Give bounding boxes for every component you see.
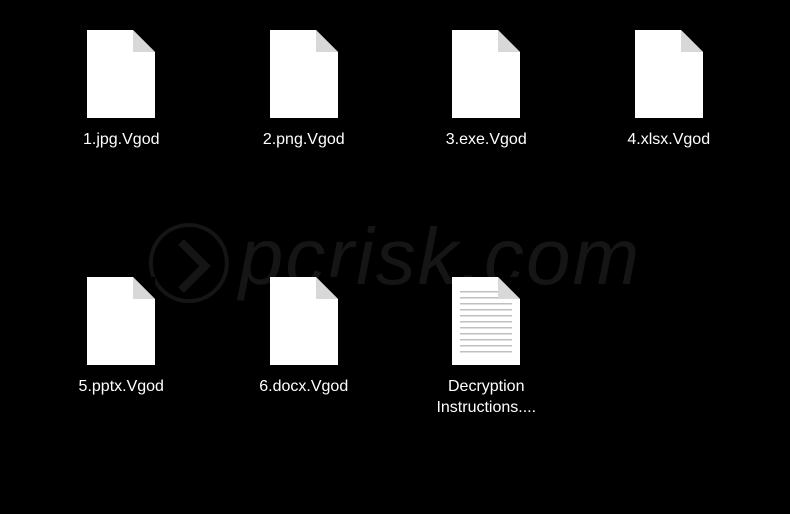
- file-icon: [87, 277, 155, 365]
- file-icon: [270, 277, 338, 365]
- file-item[interactable]: 4.xlsx.Vgod: [588, 30, 751, 237]
- file-icon: [270, 30, 338, 118]
- file-label: 1.jpg.Vgod: [83, 130, 160, 151]
- file-label: 2.png.Vgod: [263, 130, 345, 151]
- file-label: 3.exe.Vgod: [446, 130, 527, 151]
- text-file-icon: [452, 277, 520, 365]
- file-icon: [452, 30, 520, 118]
- file-label: 5.pptx.Vgod: [79, 377, 164, 398]
- file-icon: [87, 30, 155, 118]
- file-item[interactable]: 6.docx.Vgod: [223, 277, 386, 484]
- file-item[interactable]: 3.exe.Vgod: [405, 30, 568, 237]
- file-label: 4.xlsx.Vgod: [627, 130, 710, 151]
- file-item[interactable]: 5.pptx.Vgod: [40, 277, 203, 484]
- desktop-area: 1.jpg.Vgod 2.png.Vgod 3.exe.Vgod 4.xlsx.…: [0, 0, 790, 514]
- file-icon: [635, 30, 703, 118]
- file-item[interactable]: Decryption Instructions....: [405, 277, 568, 484]
- file-item[interactable]: 2.png.Vgod: [223, 30, 386, 237]
- file-item[interactable]: 1.jpg.Vgod: [40, 30, 203, 237]
- file-label: 6.docx.Vgod: [259, 377, 348, 398]
- file-label: Decryption Instructions....: [411, 377, 561, 419]
